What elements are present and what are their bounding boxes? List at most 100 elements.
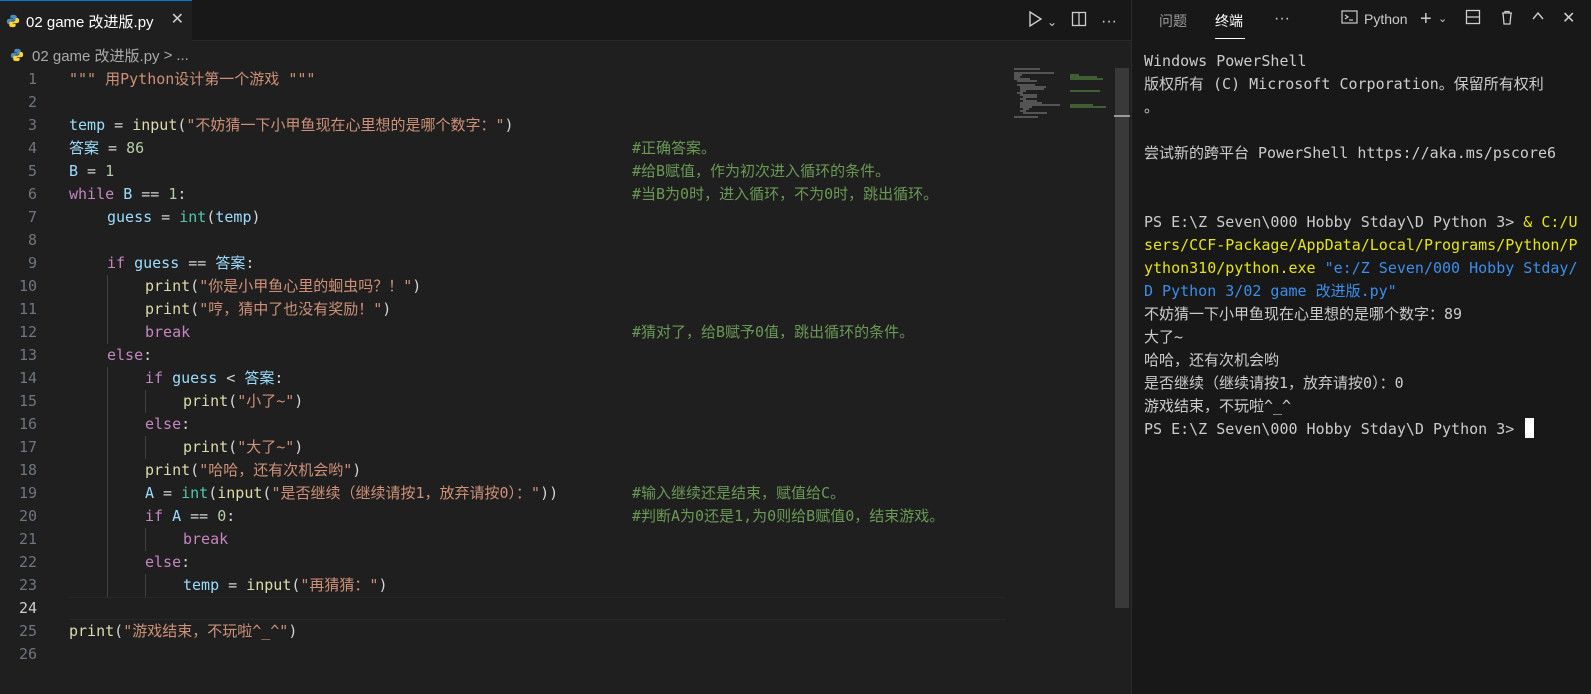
terminal-line: 是否继续（继续请按1，放弃请按0）：0 <box>1144 372 1404 395</box>
code-token: : <box>177 185 187 203</box>
terminal-cursor <box>1525 418 1535 438</box>
indent-guide <box>107 275 108 298</box>
code-line[interactable]: 13 else: <box>0 344 1005 367</box>
code-token: """ 用Python设计第一个游戏 """ <box>69 70 316 88</box>
code-token: )) <box>540 484 559 502</box>
code-line[interactable]: 16 else: <box>0 413 1005 436</box>
code-token: "哈哈，还有次机会哟" <box>199 461 353 479</box>
split-editor-icon[interactable] <box>1071 11 1087 33</box>
terminal-text: 尝试新的跨平台 PowerShell https://aka.ms/pscore… <box>1144 144 1557 162</box>
breadcrumb-more[interactable]: ... <box>176 47 189 64</box>
editor-tab-bar: 02 game 改进版.py ✕ ⌄ ··· <box>0 0 1131 41</box>
terminal-line: 版权所有 (C) Microsoft Corporation。保留所有权利 <box>1144 73 1544 96</box>
minimap[interactable] <box>1008 68 1113 128</box>
code-token: 1 <box>105 162 115 180</box>
code-line[interactable]: 9 if guess == 答案: <box>0 252 1005 275</box>
code-line[interactable]: 8 <box>0 229 1005 252</box>
code-line[interactable]: 19 A = int(input("是否继续（继续请按1，放弃请按0）：")) #输… <box>0 482 1005 505</box>
chevron-down-icon[interactable]: ⌄ <box>1047 12 1057 32</box>
code-line[interactable]: 14 if guess < 答案: <box>0 367 1005 390</box>
run-icon[interactable] <box>1027 10 1043 34</box>
code-token: else <box>145 553 182 571</box>
more-actions-icon[interactable]: ··· <box>1101 12 1117 32</box>
code-line[interactable]: 21 break <box>0 528 1005 551</box>
code-line[interactable]: 22 else: <box>0 551 1005 574</box>
code-line[interactable]: 11 print("哼，猜中了也没有奖励！") <box>0 298 1005 321</box>
code-line[interactable]: 6 while B == 1: #当B为0时，进入循环，不为0时，跳出循环。 <box>0 183 1005 206</box>
code-token: ) <box>412 277 422 295</box>
code-line[interactable]: 20 if A == 0: #判断A为0还是1,为0则给B赋值0，结束游戏。 <box>0 505 1005 528</box>
line-number: 9 <box>27 254 37 272</box>
maximize-panel-icon[interactable] <box>1531 9 1545 29</box>
terminal-line: 游戏结束，不玩啦^_^ <box>1144 395 1291 418</box>
code-line[interactable]: 2 <box>0 91 1005 114</box>
code-token: = <box>152 208 180 226</box>
close-panel-icon[interactable]: ✕ <box>1562 9 1575 29</box>
code-comment: #当B为0时，进入循环，不为0时，跳出循环。 <box>632 185 939 203</box>
close-icon[interactable]: ✕ <box>171 12 184 28</box>
line-number: 13 <box>18 346 37 364</box>
code-text: print("小了~") <box>183 390 303 413</box>
code-token: ( <box>114 622 124 640</box>
code-token: int <box>181 484 209 502</box>
line-number: 17 <box>18 438 37 456</box>
code-text: guess = int(temp) <box>107 206 261 229</box>
editor-scrollbar-thumb[interactable] <box>1115 68 1129 608</box>
code-token: input <box>217 484 263 502</box>
breadcrumb-file[interactable]: 02 game 改进版.py <box>32 45 160 66</box>
code-token: == <box>181 507 218 525</box>
code-text: print("游戏结束，不玩啦^_^") <box>69 620 297 643</box>
code-token: "你是小甲鱼心里的蛔虫吗？！" <box>199 277 413 295</box>
code-line[interactable]: 23 temp = input("再猜猜：") <box>0 574 1005 597</box>
add-terminal-icon[interactable]: + <box>1420 9 1432 29</box>
terminal-text: D Python 3/02 game 改进版.py" <box>1144 282 1397 300</box>
code-token: 答案 <box>244 369 275 387</box>
trash-icon[interactable] <box>1499 9 1515 32</box>
terminal-profile-name[interactable]: Python <box>1364 9 1408 29</box>
code-line[interactable]: 18 print("哈哈，还有次机会哟") <box>0 459 1005 482</box>
terminal-panel: 问题 终端 ··· Python + ⌄ ✕ Windows PowerShel… <box>1131 0 1591 694</box>
code-line[interactable]: 7 guess = int(temp) <box>0 206 1005 229</box>
indent-guide <box>107 574 108 597</box>
code-line[interactable]: 4 答案 = 86 #正确答案。 <box>0 137 1005 160</box>
line-number: 6 <box>27 185 37 203</box>
indent-guide <box>107 321 108 344</box>
minimap-line <box>1017 80 1038 82</box>
tab-terminal[interactable]: 终端 <box>1215 11 1243 31</box>
tab-problems[interactable]: 问题 <box>1159 11 1187 31</box>
code-token: A <box>172 507 182 525</box>
code-line[interactable]: 25 print("游戏结束，不玩啦^_^") <box>0 620 1005 643</box>
terminal-line: 尝试新的跨平台 PowerShell https://aka.ms/pscore… <box>1144 142 1556 165</box>
code-text: 答案 = 86 <box>69 137 144 160</box>
line-number: 11 <box>18 300 37 318</box>
code-token: input <box>246 576 292 594</box>
code-line[interactable]: 17 print("大了~") <box>0 436 1005 459</box>
code-token: : <box>181 415 191 433</box>
code-line[interactable]: 24 <box>0 597 1005 620</box>
editor-tab-active[interactable]: 02 game 改进版.py ✕ <box>0 0 192 41</box>
line-number: 5 <box>27 162 37 180</box>
indent-guide <box>145 574 146 597</box>
more-panels-icon[interactable]: ··· <box>1274 9 1290 29</box>
code-line[interactable]: 1 """ 用Python设计第一个游戏 """ <box>0 68 1005 91</box>
code-line[interactable]: 10 print("你是小甲鱼心里的蛔虫吗？！") <box>0 275 1005 298</box>
terminal-text: sers/CCF-Package/AppData/Local/Programs/… <box>1144 236 1578 254</box>
code-token: while <box>69 185 115 203</box>
code-line[interactable]: 15 print("小了~") <box>0 390 1005 413</box>
code-token: "大了~" <box>237 438 295 456</box>
split-terminal-icon[interactable] <box>1465 9 1481 31</box>
code-text: break <box>183 528 228 551</box>
indent-guide <box>145 390 146 413</box>
code-token: A <box>145 484 155 502</box>
code-token: print <box>145 277 191 295</box>
code-token: print <box>183 438 229 456</box>
code-line[interactable]: 3 temp = input("不妨猜一下小甲鱼现在心里想的是哪个数字：") <box>0 114 1005 137</box>
code-line[interactable]: 5 B = 1 #给B赋值，作为初次进入循环的条件。 <box>0 160 1005 183</box>
code-token: ) <box>294 392 304 410</box>
code-line[interactable]: 26 <box>0 643 1005 666</box>
code-token: : <box>226 507 236 525</box>
chevron-down-icon[interactable]: ⌄ <box>1438 9 1447 29</box>
terminal-icon[interactable] <box>1341 9 1358 31</box>
code-line[interactable]: 12 break #猜对了，给B赋予0值，跳出循环的条件。 <box>0 321 1005 344</box>
